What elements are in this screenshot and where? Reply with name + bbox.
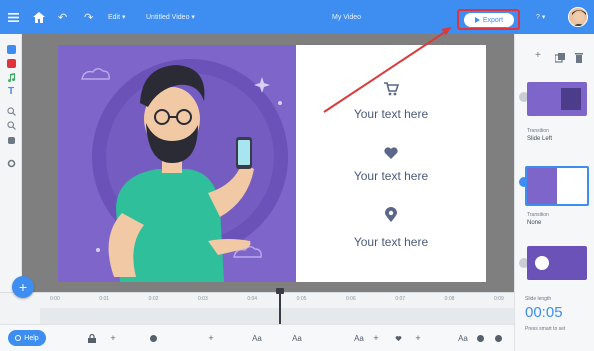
lock-icon[interactable] — [86, 332, 98, 344]
app-window: ↶ ↷ Edit ▾ Untitled Video ▾ My Video Exp… — [0, 0, 594, 351]
slide-length-value[interactable]: 00:05 — [525, 304, 563, 321]
timeline-tick: 0:07 — [395, 296, 406, 302]
timeline-tick: 0:08 — [444, 296, 455, 302]
transition-2-label: Transition — [527, 212, 549, 218]
help-button[interactable]: Help — [8, 330, 46, 346]
font-style-3[interactable]: Aa — [350, 332, 368, 344]
record-icon[interactable] — [148, 332, 158, 344]
help-button-label: Help — [24, 334, 39, 342]
slide-thumbnail-1[interactable] — [527, 82, 587, 116]
slide-length-note: Press smart to set — [525, 326, 566, 332]
transition-2-select[interactable]: None — [527, 220, 541, 226]
delete-icon[interactable] — [575, 50, 583, 63]
record-small-icon-2[interactable] — [494, 332, 502, 344]
timeline-tick: 0:03 — [198, 296, 208, 302]
add-slide-icon[interactable]: + — [535, 50, 541, 61]
add-track-icon[interactable]: + — [108, 332, 118, 344]
playhead-handle[interactable] — [276, 288, 284, 294]
transition-1-select[interactable]: Slide Left — [527, 136, 552, 142]
transition-1-label: Transition — [527, 128, 549, 134]
timeline-tick: 0:04 — [247, 296, 258, 302]
timeline-track[interactable] — [40, 308, 514, 324]
slides-sidebar: + Transition Slide Left Transition None … — [514, 34, 594, 351]
timeline-toolbar: Help + + Aa Aa Aa + + Aa — [0, 324, 514, 351]
font-style-4[interactable]: Aa — [454, 332, 472, 344]
timeline-tick: 0:00 — [50, 296, 60, 302]
font-style-2[interactable]: Aa — [288, 332, 306, 344]
add-icon[interactable]: + — [372, 332, 380, 344]
slide-length-label: Slide length — [525, 296, 552, 302]
record-small-icon[interactable] — [476, 332, 484, 344]
info-icon — [15, 335, 22, 341]
timeline-tick: 0:01 — [99, 296, 110, 302]
plus-icon: + — [18, 279, 28, 295]
heart-small-icon[interactable] — [394, 332, 402, 344]
playhead[interactable] — [279, 290, 281, 326]
add-text-icon[interactable]: + — [206, 332, 216, 344]
timeline-tick: 0:05 — [296, 296, 307, 302]
timeline-tick: 0:09 — [494, 296, 504, 302]
add-element-button[interactable]: + — [12, 276, 34, 298]
add-icon-2[interactable]: + — [414, 332, 422, 344]
slide-thumbnail-2-selected[interactable] — [525, 166, 589, 206]
timeline-tick: 0:06 — [346, 296, 356, 302]
slide-thumbnail-3[interactable] — [527, 246, 587, 280]
timeline-tick: 0:02 — [148, 296, 159, 302]
timeline-ruler: 0:00 0:01 0:02 0:03 0:04 0:05 0:06 0:07 0:08 0:09 — [40, 294, 514, 308]
font-style-1[interactable]: Aa — [248, 332, 266, 344]
duplicate-icon[interactable] — [554, 50, 565, 63]
